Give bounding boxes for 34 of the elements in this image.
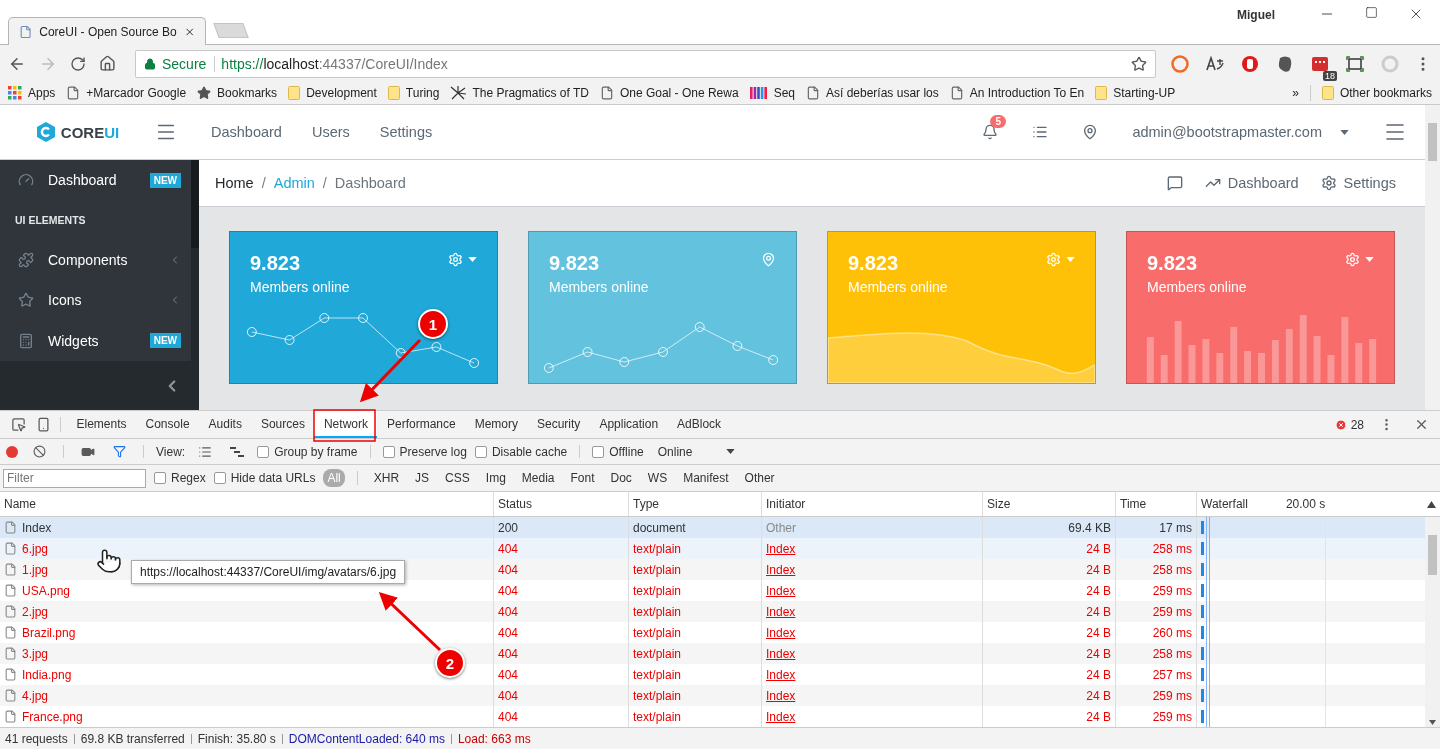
time-scale: 20.00 s <box>1285 497 1326 511</box>
table-cell: 1.jpg <box>22 562 49 577</box>
stat-value: 9.823 <box>250 252 302 275</box>
status-text: Finish: 35.80 s <box>197 731 276 746</box>
stat-value: 9.823 <box>549 252 601 275</box>
table-cell: France.png <box>22 709 83 724</box>
breadcrumb-separator: / <box>322 175 327 191</box>
stat-label: Members online <box>848 279 948 295</box>
table-cell: Index <box>22 520 52 535</box>
notification-badge: 5 <box>990 115 1006 128</box>
table-cell: 2.jpg <box>22 604 49 619</box>
table-cell: Other <box>766 520 796 535</box>
table-cell: 4.jpg <box>22 688 49 703</box>
table-cell: USA.png <box>22 583 71 598</box>
sidebar-title: UI ELEMENTS <box>14 212 87 228</box>
view-label: View: <box>156 444 186 459</box>
breadcrumb-separator: / <box>261 175 266 191</box>
status-text: Load: 663 ms <box>457 731 531 746</box>
status-text: 41 requests <box>5 731 68 746</box>
status-text: DOMContentLoaded: 640 ms <box>288 731 445 746</box>
stat-value: 9.823 <box>848 252 900 275</box>
table-cell: Brazil.png <box>22 625 76 640</box>
stat-label: Members online <box>549 279 649 295</box>
new-badge: NEW <box>149 172 181 188</box>
stat-label: Members online <box>250 279 350 295</box>
extension-badge: 18 <box>1323 70 1337 81</box>
url-tooltip: https://localhost:44337/CoreUI/img/avatars/6.jpg <box>131 560 406 584</box>
stat-label: Members online <box>1147 279 1247 295</box>
new-badge: NEW <box>149 333 181 349</box>
table-cell: 3.jpg <box>22 646 49 661</box>
stat-value: 9.823 <box>1147 252 1199 275</box>
table-cell: India.png <box>22 667 72 682</box>
status-text: 69.8 KB transferred <box>80 731 185 746</box>
table-cell: 6.jpg <box>22 541 49 556</box>
